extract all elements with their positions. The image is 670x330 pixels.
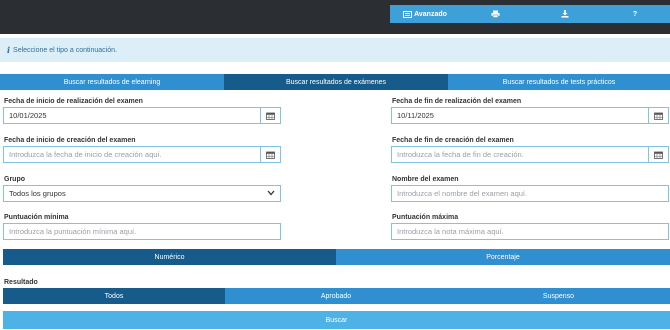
tab-practice-tests[interactable]: Buscar resultados de tests prácticos xyxy=(448,74,670,90)
info-message: Seleccione el tipo a continuación. xyxy=(13,46,117,54)
passed-button[interactable]: Aprobado xyxy=(225,288,447,304)
result-label: Resultado xyxy=(4,279,38,286)
exam-name-label: Nombre del examen xyxy=(392,176,459,183)
failed-button[interactable]: Suspenso xyxy=(447,288,670,304)
search-button[interactable]: Buscar xyxy=(3,311,670,329)
group-select[interactable]: Todos los grupos xyxy=(3,185,281,202)
tab-elearning[interactable]: Buscar resultados de elearning xyxy=(0,74,224,90)
calendar-icon[interactable] xyxy=(260,147,280,162)
advanced-label: Avanzado xyxy=(414,10,447,18)
top-toolbar: Avanzado ? xyxy=(390,5,670,23)
end-creation-date-field[interactable]: Introduzca la fecha de fin de creación. xyxy=(391,146,669,163)
end-exam-date-value: 10/11/2025 xyxy=(397,111,434,120)
advanced-button[interactable]: Avanzado xyxy=(390,5,460,23)
advanced-icon xyxy=(403,10,413,18)
download-button[interactable] xyxy=(530,5,600,23)
exam-name-placeholder: Introduzca el nombre del examen aquí. xyxy=(397,189,528,198)
info-banner: i Seleccione el tipo a continuación. xyxy=(0,38,670,62)
result-toggle: Todos Aprobado Suspenso xyxy=(3,288,670,304)
min-score-placeholder: Introduzca la puntuación mínima aquí. xyxy=(9,227,137,236)
help-button[interactable]: ? xyxy=(600,5,670,23)
help-icon: ? xyxy=(632,10,638,18)
download-icon xyxy=(561,10,569,18)
end-creation-date-placeholder: Introduzca la fecha de fin de creación. xyxy=(397,150,524,159)
end-creation-date-label: Fecha de fin de creación del examen xyxy=(392,137,514,144)
group-label: Grupo xyxy=(4,176,25,183)
start-exam-date-label: Fecha de inicio de realización del exame… xyxy=(4,98,143,105)
group-value: Todos los grupos xyxy=(9,189,66,198)
printer-icon xyxy=(491,10,499,18)
max-score-field[interactable]: Introduzca la nota máxima aquí. xyxy=(391,223,669,240)
start-creation-date-field[interactable]: Introduzca la fecha de inicio de creació… xyxy=(3,146,281,163)
calendar-icon[interactable] xyxy=(260,108,280,123)
calendar-icon[interactable] xyxy=(648,147,668,162)
max-score-placeholder: Introduzca la nota máxima aquí. xyxy=(397,227,504,236)
end-exam-date-field[interactable]: 10/11/2025 xyxy=(391,107,669,124)
exam-name-field[interactable]: Introduzca el nombre del examen aquí. xyxy=(391,185,669,202)
min-score-field[interactable]: Introduzca la puntuación mínima aquí. xyxy=(3,223,281,240)
end-exam-date-label: Fecha de fin de realización del examen xyxy=(392,98,522,105)
max-score-label: Puntuación máxima xyxy=(392,214,459,221)
calendar-icon[interactable] xyxy=(648,108,668,123)
numeric-button[interactable]: Numérico xyxy=(3,249,336,265)
start-creation-date-label: Fecha de inicio de creación del examen xyxy=(4,137,136,144)
percentage-button[interactable]: Porcentaje xyxy=(336,249,670,265)
tab-exams[interactable]: Buscar resultados de exámenes xyxy=(224,74,448,90)
all-results-button[interactable]: Todos xyxy=(3,288,225,304)
start-creation-date-placeholder: Introduzca la fecha de inicio de creació… xyxy=(9,150,162,159)
info-icon: i xyxy=(7,45,11,55)
min-score-label: Puntuación mínima xyxy=(4,214,69,221)
search-type-tabs: Buscar resultados de elearning Buscar re… xyxy=(0,74,670,90)
chevron-down-icon xyxy=(267,190,275,196)
score-type-toggle: Numérico Porcentaje xyxy=(3,249,670,265)
print-button[interactable] xyxy=(460,5,530,23)
start-exam-date-value: 10/01/2025 xyxy=(9,111,47,120)
start-exam-date-field[interactable]: 10/01/2025 xyxy=(3,107,281,124)
